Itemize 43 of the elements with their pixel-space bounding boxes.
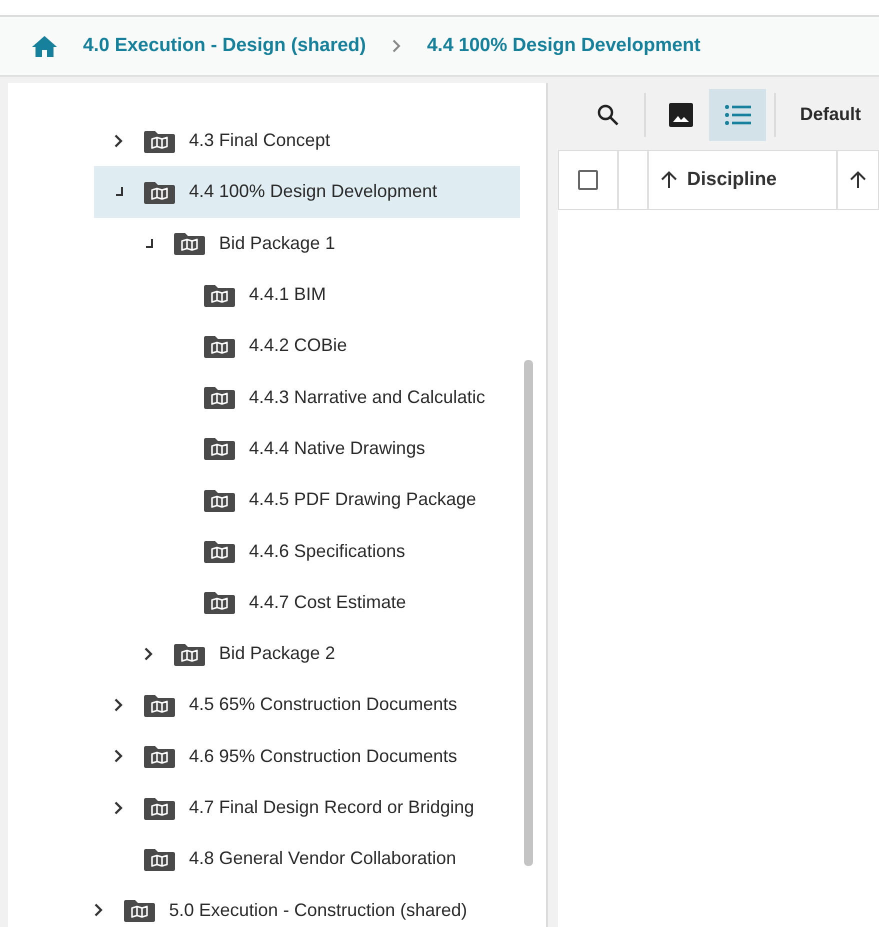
- chevron-right-icon[interactable]: [114, 749, 123, 764]
- tree-item[interactable]: 4.4.2 COBie: [94, 320, 520, 372]
- collapse-icon[interactable]: [144, 238, 153, 248]
- map-folder-icon: [174, 230, 205, 256]
- tree-item[interactable]: 4.4.3 Narrative and Calculatic: [94, 371, 520, 423]
- chevron-right-icon[interactable]: [114, 800, 123, 814]
- tree-item[interactable]: 4.4.4 Native Drawings: [94, 422, 520, 474]
- tree-item[interactable]: 4.4.5 PDF Drawing Package: [94, 474, 520, 526]
- sort-arrow-icon: [661, 171, 677, 189]
- breadcrumb-link[interactable]: 4.0 Execution - Design (shared): [83, 32, 366, 60]
- breadcrumb-link[interactable]: 4.4 100% Design Development: [426, 32, 700, 60]
- tree-item[interactable]: Bid Package 2: [94, 628, 520, 680]
- map-folder-icon: [204, 589, 235, 616]
- chevron-right-icon[interactable]: [144, 646, 153, 661]
- tree-item[interactable]: 4.4.7 Cost Estimate: [94, 576, 520, 628]
- image-icon: [668, 102, 692, 126]
- tree-item[interactable]: 4.4.1 BIM: [94, 268, 520, 320]
- sort-arrow-icon: [850, 171, 866, 189]
- tree-item[interactable]: 4.6 95% Construction Documents: [94, 730, 520, 782]
- chevron-right-icon: [392, 39, 401, 53]
- chevron-right-icon[interactable]: [114, 698, 123, 712]
- scrollbar[interactable]: [524, 360, 533, 866]
- tree-item[interactable]: 4.7 Final Design Record or Bridging: [94, 782, 520, 834]
- map-folder-icon: [144, 743, 175, 770]
- select-all-checkbox[interactable]: [578, 170, 598, 190]
- map-folder-icon: [204, 384, 235, 410]
- tree-item[interactable]: 4.8 General Vendor Collaboration: [94, 833, 520, 884]
- selected-tree-item[interactable]: 4.4 100% Design Development: [94, 166, 520, 218]
- tree-item[interactable]: 4.5 65% Construction Documents: [94, 679, 520, 731]
- layout-dropdown[interactable]: Default: [800, 101, 862, 128]
- home-icon[interactable]: [32, 36, 57, 56]
- search-icon: [597, 104, 619, 126]
- map-folder-icon: [204, 435, 235, 462]
- chevron-right-icon[interactable]: [114, 134, 123, 148]
- map-folder-icon: [124, 897, 155, 924]
- tree-item[interactable]: Bid Package 1: [94, 218, 520, 269]
- list-icon: [724, 104, 750, 124]
- chevron-right-icon[interactable]: [94, 903, 103, 918]
- tree-item[interactable]: 5.0 Execution - Construction (shared): [94, 884, 520, 927]
- collapse-icon[interactable]: [114, 187, 123, 196]
- map-folder-icon: [204, 538, 235, 564]
- tree-item[interactable]: 4.3 Final Concept: [94, 115, 520, 166]
- tree-item[interactable]: 4.4.6 Specifications: [94, 525, 520, 577]
